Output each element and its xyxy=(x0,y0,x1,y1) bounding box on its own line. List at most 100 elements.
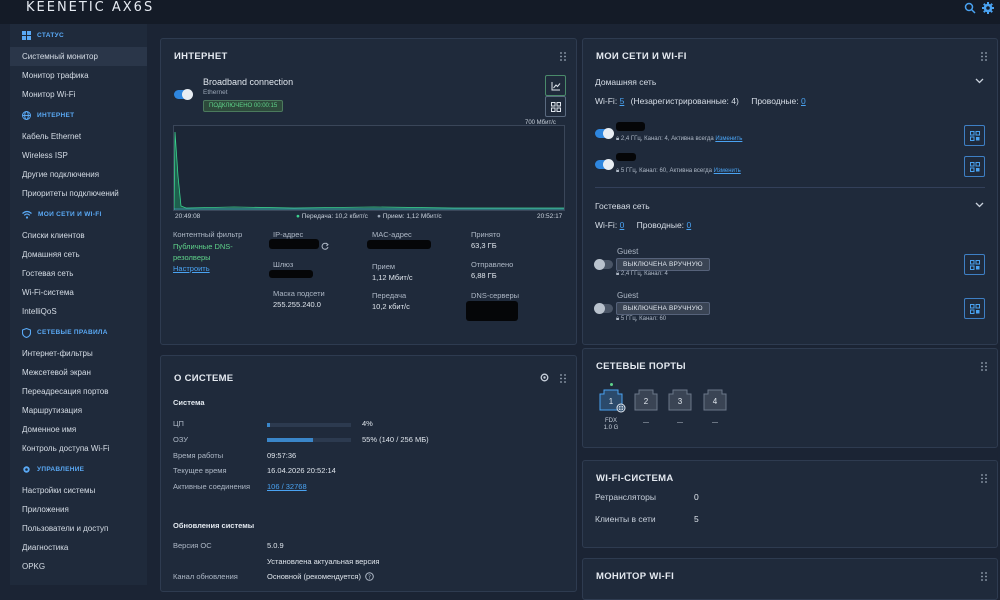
sidebar-item-client-lists[interactable]: Списки клиентов xyxy=(10,226,147,245)
sidebar-item-firewall[interactable]: Межсетевой экран xyxy=(10,363,147,382)
wifi-monitor-card-title: МОНИТОР WI-FI xyxy=(596,571,675,582)
guest-net-5-toggle[interactable] xyxy=(594,303,613,314)
gateway-redacted xyxy=(269,270,313,278)
sidebar-section-network-rules[interactable]: СЕТЕВЫЕ ПРАВИЛА xyxy=(10,321,147,344)
guest-net-24-toggle[interactable] xyxy=(594,259,613,270)
drag-handle-icon[interactable] xyxy=(560,52,566,61)
help-icon[interactable]: ? xyxy=(365,572,374,581)
drag-handle-icon[interactable] xyxy=(981,474,987,483)
os-version-value: 5.0.9 xyxy=(267,541,284,550)
sidebar-section-networks[interactable]: МОИ СЕТИ И WI-FI xyxy=(10,203,147,226)
sidebar-item-wifi-monitor[interactable]: Монитор Wi-Fi xyxy=(10,85,147,104)
rx-area xyxy=(174,132,564,210)
subnet-mask-value: 255.255.240.0 xyxy=(273,300,321,309)
sidebar-item-users-access[interactable]: Пользователи и доступ xyxy=(10,519,147,538)
os-update-status: Установлена актуальная версия xyxy=(267,557,380,566)
chart-legend-tx: ● Передача: 10,2 кбит/с xyxy=(296,213,368,220)
lock-icon: 🔒︎ xyxy=(616,168,620,174)
sidebar-item-port-forwarding[interactable]: Переадресация портов xyxy=(10,382,147,401)
sidebar-item-routing[interactable]: Маршрутизация xyxy=(10,401,147,420)
network-ports-card-title: СЕТЕВЫЕ ПОРТЫ xyxy=(596,361,686,372)
clients-online-value: 5 xyxy=(694,514,699,524)
guest-net-24-qr-button[interactable] xyxy=(964,254,985,275)
network-ports-card: СЕТЕВЫЕ ПОРТЫ 1 FDX 1.0 G 2 — 3 — 4 — xyxy=(582,348,998,448)
port-4-status: — xyxy=(712,420,718,426)
update-channel-value[interactable]: Основной (рекомендуется) xyxy=(267,572,361,581)
sidebar-item-system-monitor[interactable]: Системный монитор xyxy=(10,47,147,66)
wifi-system-card-title: WI-FI-СИСТЕМА xyxy=(596,473,674,484)
sidebar-item-system-settings[interactable]: Настройки системы xyxy=(10,481,147,500)
drag-handle-icon[interactable] xyxy=(981,572,987,581)
chart-view-button[interactable] xyxy=(545,75,566,96)
wifi-system-card: WI-FI-СИСТЕМА Ретрансляторы 0 Клиенты в … xyxy=(582,460,998,548)
current-time-label: Текущее время xyxy=(173,466,227,475)
mac-address-label: MAC-адрес xyxy=(372,230,412,239)
home-wifi-count-link[interactable]: 5 xyxy=(620,96,625,106)
sidebar-item-wifi-system[interactable]: Wi-Fi-система xyxy=(10,283,147,302)
port-4[interactable]: 4 xyxy=(703,389,727,411)
sidebar-item-applications[interactable]: Приложения xyxy=(10,500,147,519)
home-net-24-change-link[interactable]: Изменить xyxy=(715,136,742,142)
guest-net-5-qr-button[interactable] xyxy=(964,298,985,319)
grid-view-button[interactable] xyxy=(545,96,566,117)
sidebar: СТАТУС Системный монитор Монитор трафика… xyxy=(10,24,147,585)
home-net-5-change-link[interactable]: Изменить xyxy=(714,168,741,174)
guest-net-5-info: 🔒︎ 5 ГГц, Канал: 60 xyxy=(616,316,667,322)
active-sessions-label: Активные соединения xyxy=(173,482,251,491)
sidebar-item-ethernet-cable[interactable]: Кабель Ethernet xyxy=(10,127,147,146)
port-3[interactable]: 3 xyxy=(668,389,692,411)
guest-net-5-status-badge: ВЫКЛЮЧЕНА ВРУЧНУЮ xyxy=(616,302,710,315)
sidebar-item-wifi-access-control[interactable]: Контроль доступа Wi-Fi xyxy=(10,439,147,458)
connection-toggle[interactable] xyxy=(174,89,193,100)
sidebar-item-diagnostics[interactable]: Диагностика xyxy=(10,538,147,557)
drag-handle-icon[interactable] xyxy=(560,374,566,383)
home-net-5-info: 🔒︎ 5 ГГц, Канал: 60, Активна всегда Изме… xyxy=(616,168,741,174)
home-net-5-toggle[interactable] xyxy=(595,159,614,170)
port-2[interactable]: 2 xyxy=(634,389,658,411)
home-net-24-name-redacted xyxy=(616,122,645,131)
sidebar-item-wireless-isp[interactable]: Wireless ISP xyxy=(10,146,147,165)
sidebar-section-management[interactable]: УПРАВЛЕНИЕ xyxy=(10,458,147,481)
content-filter-settings-link[interactable]: Настроить xyxy=(173,264,210,273)
drag-handle-icon[interactable] xyxy=(981,52,987,61)
sidebar-item-traffic-monitor[interactable]: Монитор трафика xyxy=(10,66,147,85)
search-icon[interactable] xyxy=(964,2,976,14)
guest-wifi-count-link[interactable]: 0 xyxy=(620,220,625,230)
sidebar-item-intelliqos[interactable]: IntelliQoS xyxy=(10,302,147,321)
guest-wired-count-link[interactable]: 0 xyxy=(686,220,691,230)
home-wired-count-link[interactable]: 0 xyxy=(801,96,806,106)
update-channel-label: Канал обновления xyxy=(173,572,238,581)
sidebar-item-other-connections[interactable]: Другие подключения xyxy=(10,165,147,184)
settings-icon[interactable] xyxy=(540,373,549,382)
rx-rate-label: Прием xyxy=(372,262,396,271)
home-net-24-qr-button[interactable] xyxy=(964,125,985,146)
chevron-down-icon[interactable] xyxy=(975,202,984,208)
drag-handle-icon[interactable] xyxy=(981,362,987,371)
sidebar-item-internet-filters[interactable]: Интернет-фильтры xyxy=(10,344,147,363)
uptime-value: 09:57:36 xyxy=(267,451,297,460)
guest-net-24-info: 🔒︎ 2,4 ГГц, Канал: 4 xyxy=(616,271,668,277)
sidebar-item-guest-network[interactable]: Гостевая сеть xyxy=(10,264,147,283)
refresh-icon[interactable] xyxy=(321,242,329,250)
qr-code-icon xyxy=(969,130,980,141)
sidebar-item-connection-priorities[interactable]: Приоритеты подключений xyxy=(10,184,147,203)
content-filter-value: Публичные DNS-резолверы xyxy=(173,242,233,262)
home-net-5-qr-button[interactable] xyxy=(964,156,985,177)
sidebar-section-status[interactable]: СТАТУС xyxy=(10,24,147,47)
guest-clients-summary: Wi-Fi: 0 Проводные: 0 xyxy=(595,220,692,230)
port-1[interactable]: 1 xyxy=(599,389,626,413)
sidebar-item-domain-name[interactable]: Доменное имя xyxy=(10,420,147,439)
gear-icon[interactable] xyxy=(982,2,994,14)
sidebar-section-internet[interactable]: ИНТЕРНЕТ xyxy=(10,104,147,127)
current-time-value: 16.04.2026 20:52:14 xyxy=(267,466,336,475)
sidebar-item-home-network[interactable]: Домашняя сеть xyxy=(10,245,147,264)
chevron-down-icon[interactable] xyxy=(975,78,984,84)
ram-bar xyxy=(267,438,351,442)
dashboard-icon xyxy=(22,31,31,40)
home-net-24-toggle[interactable] xyxy=(595,128,614,139)
active-sessions-link[interactable]: 106 / 32768 xyxy=(267,482,307,491)
chart-icon xyxy=(551,81,560,90)
cpu-value: 4% xyxy=(362,419,373,428)
os-version-label: Версия ОС xyxy=(173,541,212,550)
sidebar-item-opkg[interactable]: OPKG xyxy=(10,557,147,576)
